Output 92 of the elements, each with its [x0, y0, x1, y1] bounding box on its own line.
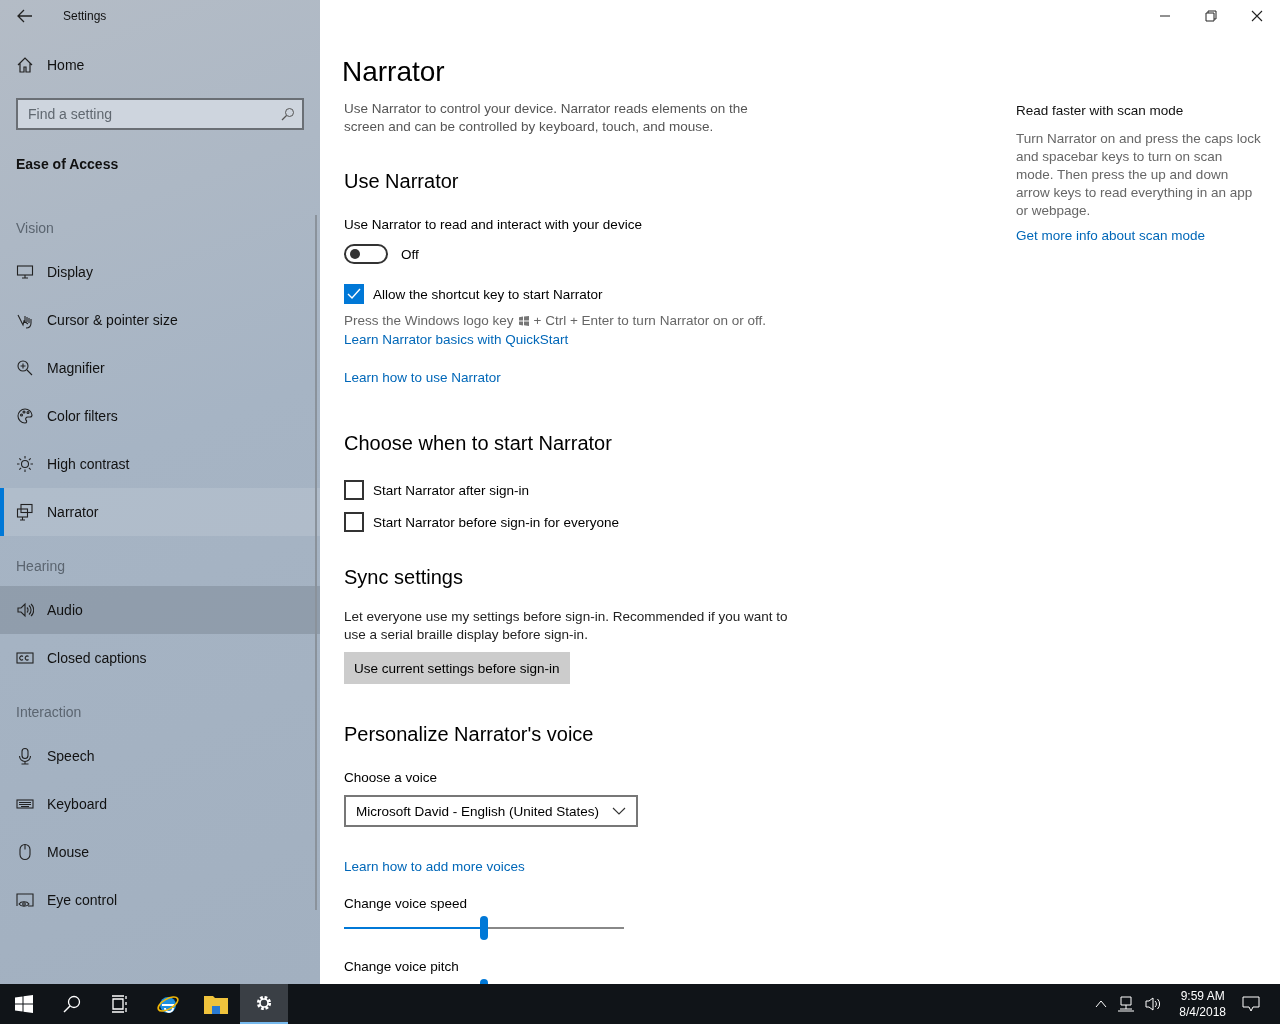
monitor-icon	[16, 263, 34, 281]
add-voices-link[interactable]: Learn how to add more voices	[344, 859, 525, 874]
checkbox[interactable]	[344, 480, 364, 500]
magnifier-icon	[16, 359, 34, 377]
slider-thumb[interactable]	[480, 916, 488, 940]
nav-item[interactable]: Audio	[0, 586, 320, 634]
checkbox[interactable]	[344, 284, 364, 304]
nav-item[interactable]: Narrator	[0, 488, 320, 536]
restore-icon[interactable]	[1205, 10, 1217, 22]
slider-label: Change voice pitch	[344, 958, 460, 976]
nav-item[interactable]: Display	[0, 248, 320, 296]
checkbox-label: Start Narrator after sign-in	[373, 482, 530, 498]
group-heading: Hearing	[15, 557, 67, 576]
task-view-icon[interactable]	[111, 995, 129, 1013]
home-icon	[16, 56, 34, 74]
section-heading: Use Narrator	[344, 169, 460, 194]
notification-icon[interactable]	[1242, 996, 1260, 1012]
intro-text: Use Narrator to control your device. Narrator reads elements on the screen and can be controlled by keyboard, touch, and mouse.	[344, 100, 749, 136]
sun-icon	[16, 455, 34, 473]
dropdown-label: Choose a voice	[344, 769, 439, 787]
checkbox[interactable]	[344, 512, 364, 532]
nav-label: Magnifier	[47, 360, 105, 376]
nav-label: Audio	[47, 602, 83, 618]
nav-item[interactable]: Keyboard	[0, 780, 320, 828]
nav-item[interactable]: Mouse	[0, 828, 320, 876]
dropdown-value: Microsoft David - English (United States)	[356, 803, 600, 819]
voice-dropdown[interactable]: Microsoft David - English (United States)	[344, 795, 638, 827]
close-icon[interactable]	[1251, 10, 1263, 22]
sync-button[interactable]: Use current settings before sign-in	[344, 652, 570, 684]
nav-item[interactable]: Color filters	[0, 392, 320, 440]
window-title: Settings	[63, 9, 107, 23]
nav-item[interactable]: High contrast	[0, 440, 320, 488]
group-heading: Vision	[15, 219, 55, 238]
search-field[interactable]: Find a setting	[16, 98, 304, 130]
nav-label: Closed captions	[47, 650, 147, 666]
captions-icon	[16, 649, 34, 667]
scan-mode-link[interactable]: Get more info about scan mode	[1016, 228, 1206, 243]
search-icon	[281, 107, 295, 121]
checkbox-label: Start Narrator before sign-in for everyone	[373, 514, 620, 530]
nav-label: Cursor & pointer size	[47, 312, 178, 328]
palette-icon	[16, 407, 34, 425]
aside-text: Turn Narrator on and press the caps lock and spacebar keys to turn on scan mode. Then press the up and down arrow keys to read everything in an app or webpage.	[1016, 130, 1261, 220]
eye-screen-icon	[16, 891, 34, 909]
nav-item[interactable]: Cursor & pointer size	[0, 296, 320, 344]
windows-start-icon[interactable]	[15, 995, 33, 1013]
quickstart-link[interactable]: Learn Narrator basics with QuickStart	[344, 332, 569, 347]
speaker-icon	[16, 601, 34, 619]
nav-label: Keyboard	[47, 796, 107, 812]
section-heading: Choose when to start Narrator	[344, 431, 613, 456]
microphone-icon	[16, 747, 34, 765]
chevron-down-icon	[612, 807, 626, 815]
toggle-label: Use Narrator to read and interact with your device	[344, 216, 643, 234]
scrollbar[interactable]	[315, 215, 317, 910]
nav-label: High contrast	[47, 456, 130, 472]
gear-icon[interactable]	[254, 993, 274, 1013]
search-icon[interactable]	[63, 995, 81, 1013]
slider-track[interactable]	[344, 916, 624, 940]
nav-label: Eye control	[47, 892, 118, 908]
nav-item[interactable]: Speech	[0, 732, 320, 780]
back-arrow-icon[interactable]	[17, 9, 33, 23]
hint-text: Press the Windows logo key	[344, 312, 514, 330]
folder-icon[interactable]	[204, 994, 228, 1014]
nav-label: Display	[47, 264, 93, 280]
sync-text: Let everyone use my settings before sign-in. Recommended if you want to use a serial braille display before sign-in.	[344, 608, 789, 644]
nav-label: Speech	[47, 748, 95, 764]
aside-heading: Read faster with scan mode	[1016, 102, 1185, 120]
nav-label: Narrator	[47, 504, 99, 520]
nav-item[interactable]: Closed captions	[0, 634, 320, 682]
nav-item[interactable]: Magnifier	[0, 344, 320, 392]
hint-text: + Ctrl + Enter to turn Narrator on or off.	[533, 312, 766, 330]
toggle-switch[interactable]	[344, 244, 388, 264]
section-heading: Sync settings	[344, 565, 464, 590]
home-nav-item[interactable]: Home	[0, 41, 320, 89]
home-label: Home	[47, 57, 85, 73]
network-icon[interactable]	[1117, 996, 1136, 1012]
windows-logo-icon	[518, 316, 529, 326]
clock-time[interactable]: 9:59 AM	[1180, 988, 1225, 1004]
chevron-up-icon[interactable]	[1095, 1000, 1108, 1008]
group-heading: Interaction	[15, 703, 83, 722]
page-title: Narrator	[342, 55, 446, 89]
learn-link[interactable]: Learn how to use Narrator	[344, 370, 501, 385]
section-title: Ease of Access	[16, 156, 120, 172]
slider-label: Change voice speed	[344, 895, 469, 913]
nav-label: Color filters	[47, 408, 118, 424]
nav-label: Mouse	[47, 844, 90, 860]
section-heading: Personalize Narrator's voice	[344, 722, 595, 747]
nav-item[interactable]: Eye control	[0, 876, 320, 924]
toggle-state: Off	[401, 246, 419, 262]
mouse-icon	[16, 843, 34, 861]
clock-date[interactable]: 8/4/2018	[1179, 1004, 1226, 1020]
monitors-icon	[16, 503, 34, 521]
checkbox-label: Allow the shortcut key to start Narrator	[373, 286, 603, 302]
